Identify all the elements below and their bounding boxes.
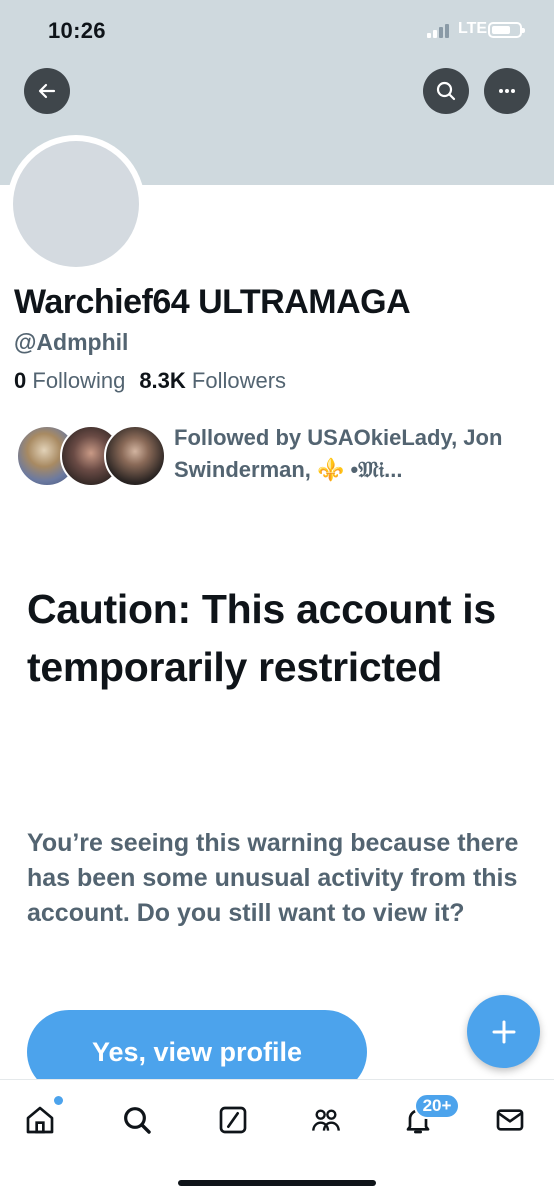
followers-link[interactable]: 8.3K Followers [139, 368, 286, 393]
search-icon [124, 1107, 151, 1134]
follow-stats: 0 Following 8.3K Followers [14, 368, 286, 394]
compose-post-button[interactable] [467, 995, 540, 1068]
profile-avatar-frame [7, 135, 145, 273]
home-unread-dot [54, 1096, 63, 1105]
view-profile-button-label: Yes, view profile [91, 1036, 303, 1067]
tab-grok[interactable] [213, 1100, 253, 1140]
restriction-warning-body: You’re seeing this warning because there… [27, 829, 519, 927]
followers-count: 8.3K [139, 368, 186, 393]
tab-search[interactable] [117, 1100, 157, 1140]
grok-icon [219, 1106, 247, 1134]
user-handle: @Admphil [14, 329, 129, 355]
mutual-followers-avatars[interactable] [16, 425, 166, 487]
restriction-warning-title: Caution: This account is temporarily res… [27, 586, 496, 690]
following-link[interactable]: 0 Following [14, 368, 125, 393]
followed-by-text[interactable]: Followed by USAOkieLady, Jon Swinderman,… [174, 422, 534, 486]
followers-label: Followers [191, 368, 287, 393]
profile-avatar[interactable] [13, 141, 139, 267]
plus-icon [492, 1020, 515, 1043]
mutual-follower-avatar [104, 425, 166, 487]
tab-communities[interactable] [306, 1100, 346, 1140]
home-indicator [178, 1180, 376, 1186]
communities-icon [312, 1109, 340, 1131]
network-label: LTE [458, 20, 488, 37]
following-label: Following [32, 368, 126, 393]
display-name: Warchief64 ULTRAMAGA [14, 283, 411, 321]
notifications-badge: 20+ [414, 1093, 460, 1119]
home-icon [26, 1106, 54, 1134]
battery-icon [488, 22, 525, 38]
tab-messages[interactable] [490, 1100, 530, 1140]
following-count: 0 [14, 368, 27, 393]
status-bar: 10:26 LTE [0, 0, 554, 60]
back-button[interactable] [24, 68, 70, 114]
more-options-button[interactable] [484, 68, 530, 114]
search-button[interactable] [423, 68, 469, 114]
mail-icon [496, 1109, 524, 1131]
signal-icon [427, 24, 453, 38]
more-horizontal-icon [499, 89, 515, 93]
back-arrow-icon [38, 83, 56, 99]
status-time: 10:26 [48, 18, 106, 43]
search-icon [436, 81, 456, 101]
tab-home[interactable] [20, 1100, 60, 1140]
